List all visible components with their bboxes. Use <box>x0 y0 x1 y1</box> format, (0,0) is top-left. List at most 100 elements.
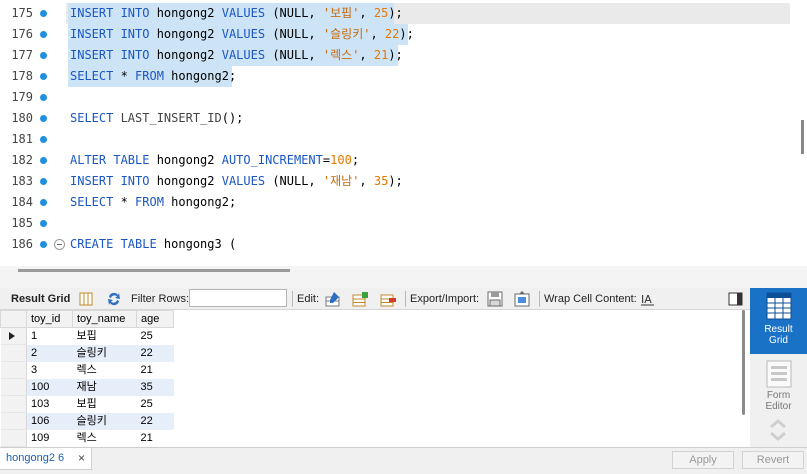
add-row-icon[interactable] <box>352 291 368 307</box>
refresh-icon[interactable] <box>106 291 122 307</box>
editor-vertical-scrollbar[interactable] <box>801 120 804 154</box>
toggle-panel-icon[interactable] <box>728 291 744 307</box>
cell-toy-id[interactable]: 103 <box>27 396 73 413</box>
cell-toy-name[interactable]: 렉스 <box>73 362 137 379</box>
code-token: ; <box>351 153 360 167</box>
cell-toy-id[interactable]: 3 <box>27 362 73 379</box>
editor-line[interactable]: 177 INSERT INTO hongong2 VALUES (NULL, '렉… <box>0 45 790 66</box>
editor-line[interactable]: 181 <box>0 129 790 150</box>
statement-marker-icon[interactable] <box>40 94 47 101</box>
editor-line[interactable]: 180 SELECT LAST_INSERT_ID(); <box>0 108 790 129</box>
editor-line[interactable]: 183 INSERT INTO hongong2 VALUES (NULL, '재… <box>0 171 790 192</box>
statement-marker-icon[interactable] <box>40 73 47 80</box>
column-header-toy-id[interactable]: toy_id <box>26 310 73 328</box>
table-row[interactable]: 106 슬링키 22 <box>0 412 174 430</box>
code-token: INSERT INTO <box>70 6 157 20</box>
code-token: VALUES <box>221 27 273 41</box>
code-token: hongong2 <box>156 48 222 62</box>
import-icon[interactable] <box>514 291 530 307</box>
cell-toy-name[interactable]: 보핍 <box>73 328 137 345</box>
statement-marker-icon[interactable] <box>40 31 47 38</box>
row-header[interactable] <box>0 429 27 447</box>
statement-marker-icon[interactable] <box>40 220 47 227</box>
grid-vertical-scrollbar[interactable] <box>740 310 748 415</box>
result-grid-view-button[interactable]: Result Grid <box>750 288 807 354</box>
cell-toy-name[interactable]: 재남 <box>72 378 137 396</box>
cell-toy-id[interactable]: 100 <box>26 378 73 396</box>
wrap-text-icon[interactable]: IA <box>640 291 656 307</box>
editor-line[interactable]: 179 <box>0 87 790 108</box>
cell-toy-name[interactable]: 슬링키 <box>72 344 137 362</box>
table-row[interactable]: 1 보핍 25 <box>0 327 174 345</box>
row-header[interactable] <box>0 344 27 362</box>
result-grid[interactable]: toy_id toy_name age 1 보핍 25 2 슬링키 22 3 렉스 21 100 재… <box>0 310 736 447</box>
statement-marker-icon[interactable] <box>40 157 47 164</box>
editor-line[interactable]: 184 SELECT * FROM hongong2; <box>0 192 790 213</box>
statement-marker-icon[interactable] <box>40 199 47 206</box>
cell-age[interactable]: 21 <box>137 362 174 379</box>
cell-toy-id[interactable]: 109 <box>27 430 73 447</box>
row-header[interactable] <box>0 412 27 430</box>
statement-marker-icon[interactable] <box>40 115 47 122</box>
edit-row-icon[interactable] <box>325 291 341 307</box>
cell-toy-name[interactable]: 렉스 <box>73 430 137 447</box>
editor-line[interactable]: 176 INSERT INTO hongong2 VALUES (NULL, '슬… <box>0 24 790 45</box>
table-row[interactable]: 3 렉스 21 <box>0 361 174 379</box>
filter-rows-input[interactable] <box>189 289 287 307</box>
cell-age[interactable]: 25 <box>137 328 174 345</box>
code-token: , <box>359 6 374 20</box>
editor-horizontal-scrollbar[interactable] <box>18 269 290 272</box>
table-row[interactable]: 103 보핍 25 <box>0 395 174 413</box>
cell-age[interactable]: 25 <box>137 396 174 413</box>
line-number: 181 <box>11 132 33 146</box>
toolbar-separator <box>539 291 540 307</box>
editor-line[interactable]: 178 SELECT * FROM hongong2; <box>0 66 790 87</box>
cell-age[interactable]: 22 <box>136 344 174 362</box>
cell-toy-id[interactable]: 2 <box>26 344 73 362</box>
column-header-age[interactable]: age <box>136 310 174 328</box>
revert-button[interactable]: Revert <box>742 451 804 469</box>
row-header[interactable] <box>0 395 27 413</box>
grid-scroll-thumb[interactable] <box>742 310 745 415</box>
table-row[interactable]: 100 재남 35 <box>0 378 174 396</box>
form-editor-icon <box>766 360 791 388</box>
result-tab[interactable]: hongong2 6 × <box>0 448 92 470</box>
table-row[interactable]: 2 슬링키 22 <box>0 344 174 362</box>
grid-layout-icon[interactable] <box>78 291 94 307</box>
row-header[interactable] <box>0 361 27 379</box>
cell-age[interactable]: 21 <box>137 430 174 447</box>
delete-row-icon[interactable] <box>380 291 396 307</box>
cell-toy-id[interactable]: 1 <box>27 328 73 345</box>
close-tab-icon[interactable]: × <box>78 448 85 468</box>
code-token: (NULL, <box>272 27 323 41</box>
editor-line[interactable]: 175 INSERT INTO hongong2 VALUES (NULL, '보… <box>0 3 790 24</box>
statement-marker-icon[interactable] <box>40 136 47 143</box>
sql-editor[interactable]: 175 INSERT INTO hongong2 VALUES (NULL, '보… <box>0 0 807 266</box>
grid-header-row: toy_id toy_name age <box>0 310 174 328</box>
table-row[interactable]: 109 렉스 21 <box>0 429 174 447</box>
column-header-toy-name[interactable]: toy_name <box>72 310 137 328</box>
current-row-arrow-icon <box>8 332 15 340</box>
apply-button[interactable]: Apply <box>672 451 734 469</box>
form-editor-view-button[interactable]: Form Editor <box>750 358 807 418</box>
export-icon[interactable] <box>487 291 503 307</box>
editor-line[interactable]: 182 ALTER TABLE hongong2 AUTO_INCREMENT=1… <box>0 150 790 171</box>
filter-rows-label: Filter Rows: <box>131 293 190 305</box>
code-text: INSERT INTO hongong2 VALUES (NULL, '재남',… <box>70 171 403 192</box>
statement-marker-icon[interactable] <box>40 241 47 248</box>
cell-age[interactable]: 22 <box>136 412 174 430</box>
cell-age[interactable]: 35 <box>136 378 174 396</box>
statement-marker-icon[interactable] <box>40 52 47 59</box>
editor-line[interactable]: 185 <box>0 213 790 234</box>
cell-toy-id[interactable]: 106 <box>26 412 73 430</box>
cell-toy-name[interactable]: 슬링키 <box>72 412 137 430</box>
statement-marker-icon[interactable] <box>40 10 47 17</box>
fold-toggle-icon[interactable] <box>54 239 65 250</box>
more-views-chevron-icon[interactable] <box>768 418 788 444</box>
row-header[interactable] <box>0 327 27 345</box>
cell-toy-name[interactable]: 보핍 <box>73 396 137 413</box>
editor-line[interactable]: 186 CREATE TABLE hongong3 ( <box>0 234 790 255</box>
statement-marker-icon[interactable] <box>40 178 47 185</box>
row-header[interactable] <box>0 378 27 396</box>
result-tab-label: hongong2 6 <box>6 452 65 464</box>
